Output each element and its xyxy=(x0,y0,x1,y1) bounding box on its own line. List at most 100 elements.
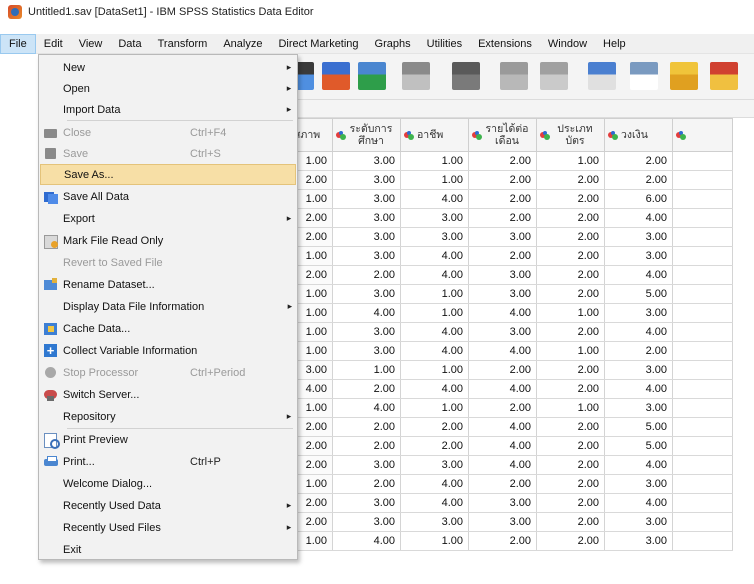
table-cell[interactable]: 2.00 xyxy=(536,379,605,399)
table-cell[interactable] xyxy=(672,512,733,532)
table-cell[interactable]: 3.00 xyxy=(604,398,673,418)
table-cell[interactable] xyxy=(672,170,733,190)
menu-extensions[interactable]: Extensions xyxy=(470,34,540,54)
table-cell[interactable]: 3.00 xyxy=(468,322,537,342)
table-cell[interactable]: 4.00 xyxy=(400,246,469,266)
table-cell[interactable]: 4.00 xyxy=(468,436,537,456)
table-cell[interactable]: 2.00 xyxy=(536,265,605,285)
table-cell[interactable]: 4.00 xyxy=(604,322,673,342)
table-cell[interactable] xyxy=(672,284,733,304)
table-cell[interactable]: 4.00 xyxy=(604,265,673,285)
table-cell[interactable]: 4.00 xyxy=(400,341,469,361)
table-cell[interactable]: 1.00 xyxy=(400,531,469,551)
table-cell[interactable] xyxy=(672,265,733,285)
menu-utilities[interactable]: Utilities xyxy=(419,34,470,54)
table-cell[interactable]: 3.00 xyxy=(400,455,469,475)
table-cell[interactable]: 4.00 xyxy=(400,379,469,399)
menu-item-print[interactable]: Print... Ctrl+P xyxy=(40,451,296,472)
weight-icon[interactable] xyxy=(540,62,568,90)
table-cell[interactable] xyxy=(672,531,733,551)
table-cell[interactable]: 2.00 xyxy=(468,398,537,418)
table-cell[interactable]: 2.00 xyxy=(468,246,537,266)
table-cell[interactable] xyxy=(672,379,733,399)
split-file-icon[interactable] xyxy=(500,62,528,90)
table-cell[interactable]: 3.00 xyxy=(468,265,537,285)
menu-item-save-as[interactable]: Save As... xyxy=(40,164,296,185)
table-cell[interactable]: 5.00 xyxy=(604,436,673,456)
table-cell[interactable]: 4.00 xyxy=(604,493,673,513)
table-cell[interactable]: 2.00 xyxy=(468,474,537,494)
menu-item-repository[interactable]: Repository ▸ xyxy=(40,406,296,427)
table-cell[interactable]: 2.00 xyxy=(536,436,605,456)
table-cell[interactable]: 2.00 xyxy=(536,227,605,247)
table-cell[interactable]: 3.00 xyxy=(604,512,673,532)
table-cell[interactable]: 4.00 xyxy=(604,208,673,228)
column-header[interactable] xyxy=(672,118,733,152)
table-cell[interactable]: 2.00 xyxy=(536,246,605,266)
column-header[interactable]: ประเภทบัตร xyxy=(536,118,605,152)
table-cell[interactable]: 2.00 xyxy=(536,531,605,551)
menu-item-collect-variable-information[interactable]: Collect Variable Information xyxy=(40,340,296,361)
table-cell[interactable]: 2.00 xyxy=(468,151,537,171)
table-cell[interactable]: 2.00 xyxy=(604,170,673,190)
table-cell[interactable]: 3.00 xyxy=(468,284,537,304)
table-cell[interactable]: 2.00 xyxy=(536,417,605,437)
menu-item-print-preview[interactable]: Print Preview xyxy=(40,429,296,450)
menu-data[interactable]: Data xyxy=(110,34,149,54)
table-cell[interactable]: 1.00 xyxy=(332,360,401,380)
table-cell[interactable] xyxy=(672,493,733,513)
table-cell[interactable]: 5.00 xyxy=(604,417,673,437)
table-cell[interactable]: 2.00 xyxy=(468,531,537,551)
menu-direct-marketing[interactable]: Direct Marketing xyxy=(270,34,366,54)
table-cell[interactable]: 4.00 xyxy=(604,455,673,475)
table-cell[interactable]: 3.00 xyxy=(400,227,469,247)
menu-item-save-all-data[interactable]: Save All Data xyxy=(40,186,296,207)
menu-graphs[interactable]: Graphs xyxy=(367,34,419,54)
table-cell[interactable]: 4.00 xyxy=(332,303,401,323)
table-cell[interactable]: 2.00 xyxy=(536,208,605,228)
table-cell[interactable]: 3.00 xyxy=(604,227,673,247)
menu-transform[interactable]: Transform xyxy=(150,34,216,54)
table-cell[interactable]: 3.00 xyxy=(468,512,537,532)
table-cell[interactable]: 3.00 xyxy=(332,227,401,247)
table-cell[interactable]: 1.00 xyxy=(400,151,469,171)
table-cell[interactable]: 2.00 xyxy=(332,265,401,285)
table-cell[interactable]: 3.00 xyxy=(400,208,469,228)
menu-view[interactable]: View xyxy=(71,34,111,54)
table-cell[interactable] xyxy=(672,436,733,456)
column-header[interactable]: ระดับการศึกษา xyxy=(332,118,401,152)
table-cell[interactable]: 2.00 xyxy=(468,208,537,228)
table-cell[interactable]: 2.00 xyxy=(468,170,537,190)
table-cell[interactable]: 4.00 xyxy=(468,417,537,437)
scales-icon[interactable] xyxy=(630,62,658,90)
table-cell[interactable]: 1.00 xyxy=(536,151,605,171)
table-cell[interactable]: 4.00 xyxy=(400,474,469,494)
table-cell[interactable]: 4.00 xyxy=(468,455,537,475)
binoculars-icon[interactable] xyxy=(452,62,480,90)
table-cell[interactable]: 3.00 xyxy=(400,512,469,532)
table-cell[interactable]: 4.00 xyxy=(400,493,469,513)
table-cell[interactable]: 3.00 xyxy=(468,493,537,513)
table-cell[interactable] xyxy=(672,208,733,228)
table-cell[interactable]: 1.00 xyxy=(400,398,469,418)
table-cell[interactable]: 3.00 xyxy=(604,474,673,494)
table-cell[interactable]: 2.00 xyxy=(400,417,469,437)
table-cell[interactable]: 2.00 xyxy=(536,284,605,304)
menu-item-mark-file-read-only[interactable]: Mark File Read Only xyxy=(40,230,296,251)
table-cell[interactable]: 4.00 xyxy=(468,341,537,361)
use-sets-icon[interactable] xyxy=(710,62,738,90)
table-cell[interactable]: 3.00 xyxy=(604,360,673,380)
table-cell[interactable]: 2.00 xyxy=(332,474,401,494)
table-cell[interactable]: 1.00 xyxy=(400,284,469,304)
table-cell[interactable]: 4.00 xyxy=(604,379,673,399)
table-cell[interactable]: 2.00 xyxy=(536,474,605,494)
menu-item-display-data-file-information[interactable]: Display Data File Information ▸ xyxy=(40,296,296,317)
column-header[interactable]: วงเงิน xyxy=(604,118,673,152)
table-cell[interactable]: 3.00 xyxy=(332,512,401,532)
table-cell[interactable]: 4.00 xyxy=(400,189,469,209)
chart-icon[interactable] xyxy=(402,62,430,90)
menu-item-recently-used-data[interactable]: Recently Used Data ▸ xyxy=(40,495,296,516)
menu-item-rename-dataset[interactable]: Rename Dataset... xyxy=(40,274,296,295)
table-cell[interactable]: 2.00 xyxy=(332,379,401,399)
table-cell[interactable]: 2.00 xyxy=(536,170,605,190)
